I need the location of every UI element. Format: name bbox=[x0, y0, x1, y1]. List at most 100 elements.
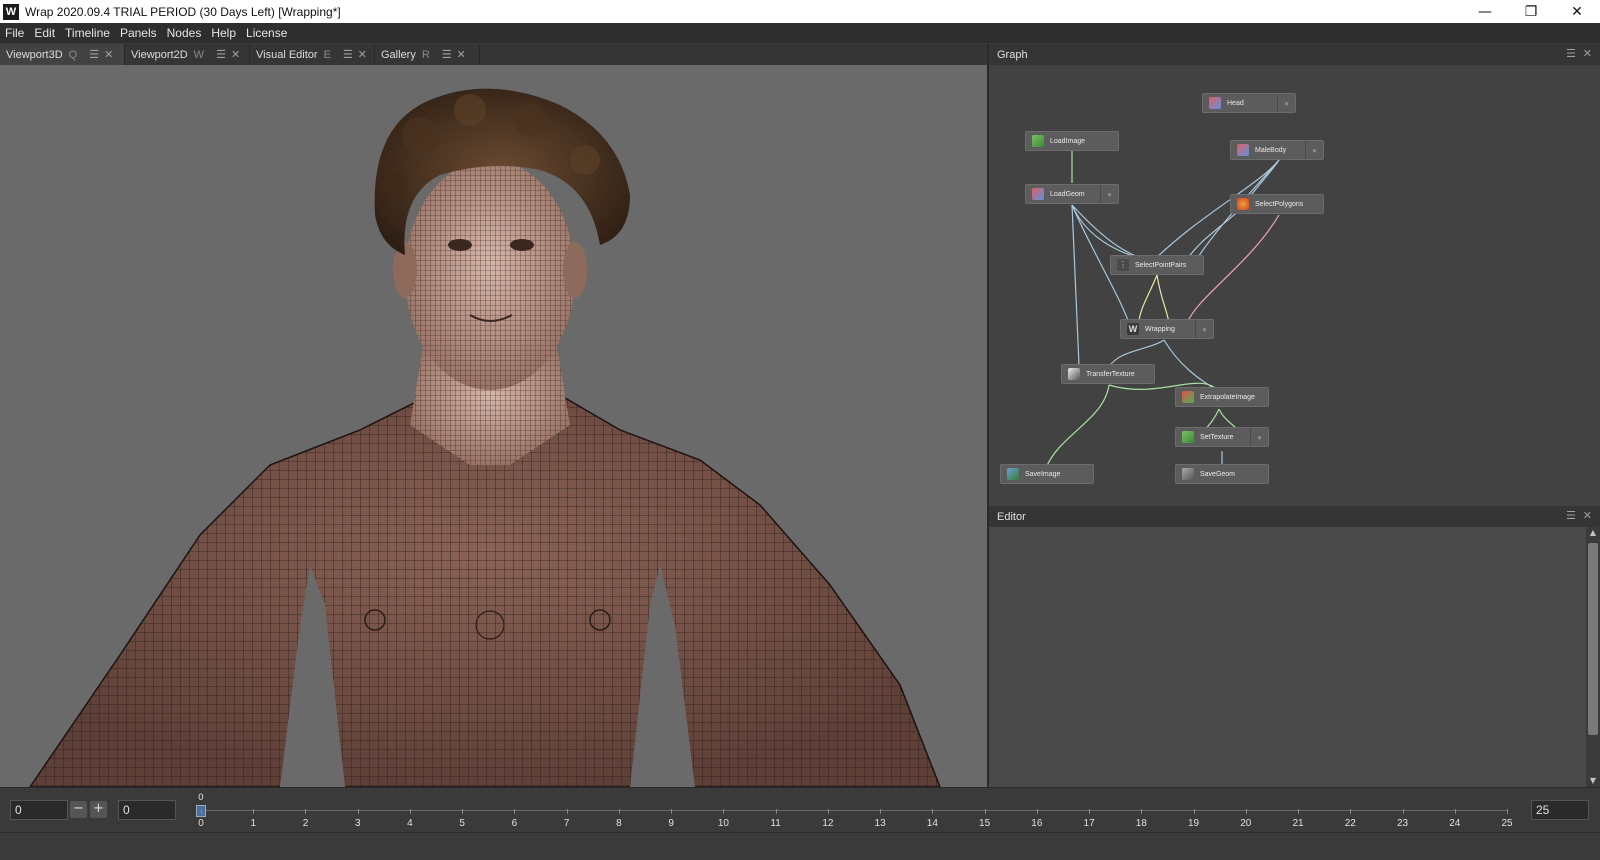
panel-menu-icon[interactable]: ☰ bbox=[1566, 47, 1576, 60]
node-selectpolygons[interactable]: SelectPolygons bbox=[1230, 194, 1324, 214]
timeline-tick-label: 14 bbox=[926, 818, 938, 829]
restore-button[interactable]: ❐ bbox=[1508, 0, 1554, 23]
timeline-tick bbox=[1141, 809, 1143, 814]
timeline-track[interactable] bbox=[201, 810, 1507, 811]
save-geom-icon bbox=[1182, 468, 1194, 480]
viewport-3d[interactable] bbox=[0, 65, 987, 787]
node-label: LoadImage bbox=[1050, 137, 1086, 145]
tab-close-icon[interactable]: ✕ bbox=[104, 48, 113, 61]
tab-menu-icon[interactable]: ☰ bbox=[343, 48, 353, 61]
node-label: SaveImage bbox=[1025, 470, 1061, 478]
node-wrapping[interactable]: W Wrapping ● bbox=[1120, 319, 1214, 339]
menu-timeline[interactable]: Timeline bbox=[60, 23, 115, 43]
node-transfertexture[interactable]: TransferTexture bbox=[1061, 364, 1155, 384]
timeline: 0 − + 0 0 0 1 2 3 4 5 6 7 8 9 10 11 12 13 14 15 16 17 18 19… bbox=[0, 787, 1600, 832]
node-extrapolateimage[interactable]: ExtrapolateImage bbox=[1175, 387, 1269, 407]
visibility-toggle-icon[interactable]: ● bbox=[1305, 141, 1323, 159]
tab-viewport2d[interactable]: Viewport2D W ☰ ✕ bbox=[125, 44, 250, 65]
menu-edit[interactable]: Edit bbox=[29, 23, 60, 43]
timeline-tick-label: 20 bbox=[1240, 818, 1252, 829]
tab-shortcut: Q bbox=[68, 48, 78, 61]
tab-close-icon[interactable]: ✕ bbox=[457, 48, 466, 61]
tab-gallery[interactable]: Gallery R ☰ ✕ bbox=[375, 44, 480, 65]
tab-menu-icon[interactable]: ☰ bbox=[89, 48, 99, 61]
node-loadimage[interactable]: LoadImage bbox=[1025, 131, 1119, 151]
node-savegeom[interactable]: SaveGeom bbox=[1175, 464, 1269, 484]
visibility-toggle-icon[interactable]: ● bbox=[1277, 94, 1295, 112]
model-render bbox=[29, 88, 941, 787]
geom-icon bbox=[1237, 144, 1249, 156]
node-loadgeom[interactable]: LoadGeom ● bbox=[1025, 184, 1119, 204]
timeline-tick-label: 0 bbox=[198, 818, 204, 829]
decrement-button[interactable]: − bbox=[70, 801, 87, 818]
menu-bar: File Edit Timeline Panels Nodes Help Lic… bbox=[0, 23, 1600, 43]
node-saveimage[interactable]: SaveImage bbox=[1000, 464, 1094, 484]
editor-scrollbar[interactable]: ▲ ▼ bbox=[1586, 527, 1600, 787]
timeline-tick-label: 9 bbox=[668, 818, 674, 829]
timeline-tick-label: 25 bbox=[1501, 818, 1513, 829]
timeline-tick bbox=[514, 809, 516, 814]
node-label: SetTexture bbox=[1200, 433, 1234, 441]
timeline-end-field[interactable]: 25 bbox=[1531, 800, 1589, 820]
tab-shortcut: W bbox=[193, 48, 205, 61]
geom-icon bbox=[1032, 188, 1044, 200]
timeline-tick bbox=[827, 809, 829, 814]
panel-menu-icon[interactable]: ☰ bbox=[1566, 509, 1576, 522]
close-button[interactable]: ✕ bbox=[1554, 0, 1600, 23]
timeline-tick bbox=[618, 809, 620, 814]
tab-viewport3d[interactable]: Viewport3D Q ☰ ✕ bbox=[0, 44, 125, 65]
visibility-toggle-icon[interactable]: ● bbox=[1195, 320, 1213, 338]
node-selectpointpairs[interactable]: ⋮ SelectPointPairs bbox=[1110, 255, 1204, 275]
panel-close-icon[interactable]: ✕ bbox=[1583, 509, 1592, 522]
tab-visual-editor[interactable]: Visual Editor E ☰ ✕ bbox=[250, 44, 375, 65]
timeline-tick-label: 2 bbox=[302, 818, 309, 829]
tab-close-icon[interactable]: ✕ bbox=[231, 48, 240, 61]
minimize-button[interactable]: — bbox=[1462, 0, 1508, 23]
app-logo-icon: W bbox=[3, 3, 19, 20]
timeline-tick-label: 8 bbox=[616, 818, 622, 829]
node-label: ExtrapolateImage bbox=[1200, 393, 1255, 401]
node-settexture[interactable]: SetTexture ● bbox=[1175, 427, 1269, 447]
node-label: SelectPointPairs bbox=[1135, 261, 1187, 269]
tab-close-icon[interactable]: ✕ bbox=[358, 48, 367, 61]
geom-icon bbox=[1209, 97, 1221, 109]
timeline-tick-label: 24 bbox=[1449, 818, 1461, 829]
visibility-toggle-icon[interactable]: ● bbox=[1100, 185, 1118, 203]
timeline-tick bbox=[201, 809, 202, 814]
tab-menu-icon[interactable]: ☰ bbox=[442, 48, 452, 61]
image-icon bbox=[1182, 431, 1194, 443]
timeline-tick bbox=[671, 809, 673, 814]
timeline-tick bbox=[1089, 809, 1091, 814]
points-icon: ⋮ bbox=[1117, 259, 1129, 271]
timeline-tick-label: 22 bbox=[1344, 818, 1356, 829]
scrollbar-thumb[interactable] bbox=[1588, 543, 1598, 735]
node-graph[interactable]: Head ● LoadImage MaleBody ● LoadGeom ● S… bbox=[989, 65, 1600, 506]
menu-nodes[interactable]: Nodes bbox=[162, 23, 207, 43]
tab-menu-icon[interactable]: ☰ bbox=[216, 48, 226, 61]
tab-label: Visual Editor bbox=[256, 48, 318, 61]
node-malebody[interactable]: MaleBody ● bbox=[1230, 140, 1324, 160]
timeline-tick-label: 6 bbox=[511, 818, 518, 829]
timeline-tick-label: 23 bbox=[1396, 818, 1409, 829]
menu-license[interactable]: License bbox=[241, 23, 292, 43]
timeline-tick bbox=[462, 809, 464, 814]
timeline-current-field[interactable]: 0 bbox=[118, 800, 176, 820]
graph-panel-title: Graph bbox=[997, 48, 1028, 61]
editor-panel-title: Editor bbox=[997, 510, 1026, 523]
select-icon bbox=[1237, 198, 1249, 210]
increment-button[interactable]: + bbox=[90, 801, 107, 818]
menu-panels[interactable]: Panels bbox=[115, 23, 162, 43]
node-label: Head bbox=[1227, 99, 1244, 107]
timeline-start-field[interactable]: 0 bbox=[10, 800, 68, 820]
menu-file[interactable]: File bbox=[0, 23, 29, 43]
scroll-down-icon[interactable]: ▼ bbox=[1586, 775, 1600, 787]
timeline-tick bbox=[1350, 809, 1352, 814]
scroll-up-icon[interactable]: ▲ bbox=[1586, 527, 1600, 539]
panel-close-icon[interactable]: ✕ bbox=[1583, 47, 1592, 60]
node-label: SaveGeom bbox=[1200, 470, 1236, 478]
visibility-toggle-icon[interactable]: ● bbox=[1250, 428, 1268, 446]
menu-help[interactable]: Help bbox=[206, 23, 241, 43]
image-icon bbox=[1032, 135, 1044, 147]
node-head[interactable]: Head ● bbox=[1202, 93, 1296, 113]
timeline-tick bbox=[775, 809, 777, 814]
